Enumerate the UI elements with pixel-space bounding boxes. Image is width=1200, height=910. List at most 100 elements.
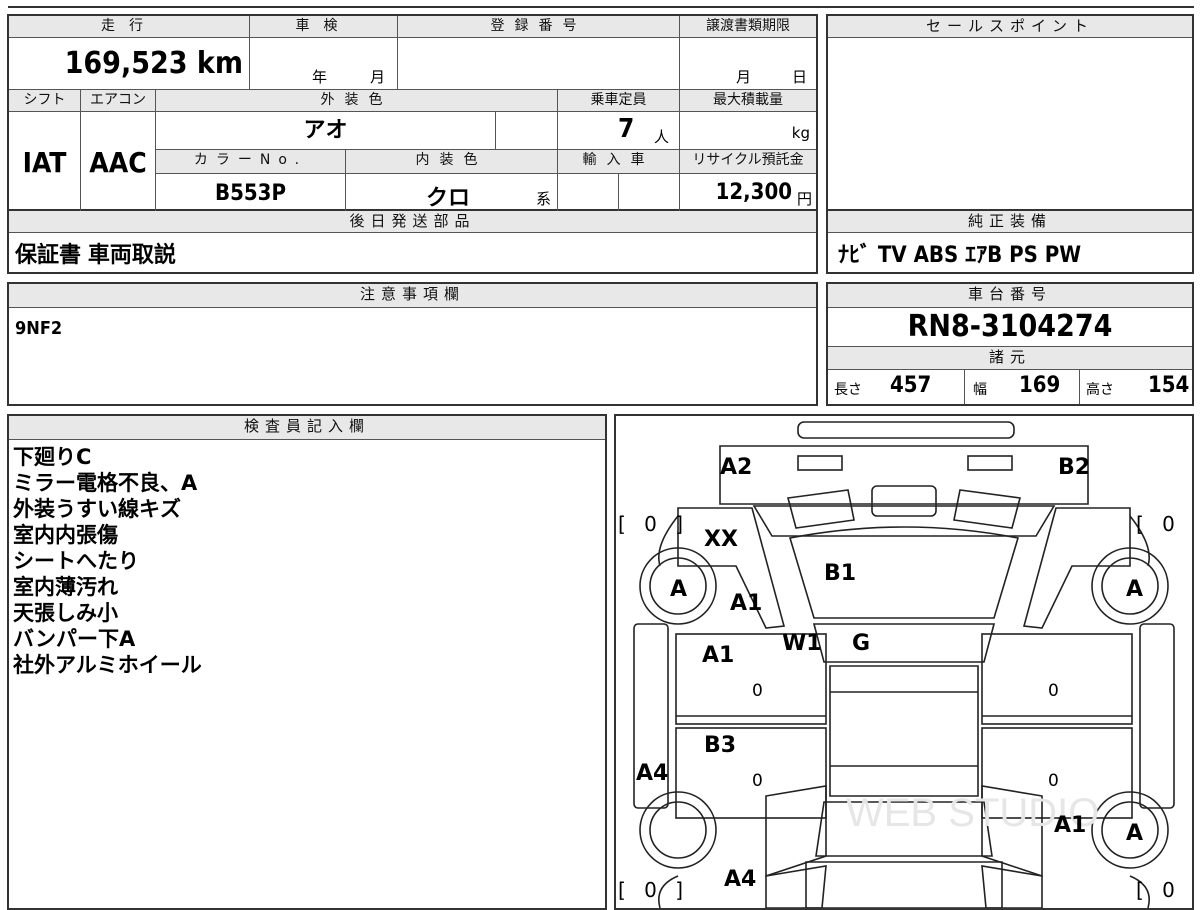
- inspector-lines: 下廻りC ミラー電格不良、A 外装うすい線キズ 室内内張傷 シートへたり 室内薄…: [13, 444, 202, 678]
- damage-label: A: [1126, 821, 1144, 846]
- zero-mark: 0: [1048, 771, 1059, 791]
- damage-label: G: [852, 631, 871, 656]
- damage-label: A1: [730, 591, 763, 616]
- inspector-label: 検査員記入欄: [9, 416, 605, 440]
- interior-color-label: 内装色: [346, 150, 558, 174]
- spec-width-value: 169: [1019, 373, 1061, 398]
- inspector-line: 外装うすい線キズ: [13, 497, 181, 521]
- damage-label: B3: [704, 733, 737, 758]
- car-diagram-box: WEB STUDIO A2 B2 XX B1 A A A1 W1 G A1 B3…: [614, 414, 1194, 910]
- damage-label: B2: [1058, 455, 1091, 480]
- zero-mark: 0: [752, 771, 763, 791]
- recycle-label: リサイクル預託金: [680, 150, 816, 174]
- sales-point-label: セールスポイント: [828, 16, 1192, 38]
- inspection-month: 月: [370, 68, 386, 86]
- spec-length: 長さ 457: [828, 370, 965, 404]
- later-parts-box: 後日発送部品 保証書 車両取説: [7, 211, 818, 274]
- import-label: 輸入車: [558, 150, 680, 174]
- tire-bracket: [ 0 ]: [1136, 878, 1192, 902]
- inspector-line: バンパー下A: [13, 627, 136, 651]
- chassis-label: 車台番号: [828, 284, 1192, 308]
- specs-label: 諸元: [828, 346, 1192, 370]
- inspector-line: 社外アルミホイール: [13, 653, 202, 677]
- spec-width-label: 幅: [973, 382, 987, 398]
- interior-color-suffix: 系: [536, 190, 552, 208]
- inspector-line: 室内内張傷: [13, 523, 118, 547]
- notes-label: 注意事項欄: [9, 284, 816, 308]
- notes-box: 注意事項欄 9NF2: [7, 282, 818, 406]
- import-value-b: [619, 174, 680, 213]
- damage-label: A1: [702, 643, 735, 668]
- damage-label: W1: [782, 631, 822, 656]
- tire-bracket: [ 0 ]: [1136, 512, 1192, 536]
- damage-label: A: [1126, 577, 1144, 602]
- exterior-color-label: 外装色: [156, 90, 558, 112]
- damage-label: A4: [724, 867, 757, 892]
- tire-bracket: [ 0 ]: [618, 878, 690, 902]
- interior-color-text: クロ: [426, 186, 471, 211]
- chassis-value: RN8-3104274: [907, 309, 1113, 344]
- notes-value: 9NF2: [15, 318, 63, 339]
- registration-value: [398, 38, 680, 90]
- color-no-value: B553P: [156, 174, 346, 213]
- equipment-label: 純正装備: [828, 211, 1192, 233]
- inspector-line: シートへたり: [13, 549, 139, 573]
- transfer-value: 月 日: [680, 38, 816, 90]
- exterior-color-value: アオ: [156, 112, 496, 150]
- inspector-line: 室内薄汚れ: [13, 575, 118, 599]
- mileage-value: 169,523 km: [9, 38, 250, 90]
- spec-width: 幅 169: [965, 370, 1080, 404]
- vehicle-info-box: 走行 車検 登録番号 譲渡書類期限 169,523 km 年 月 月 日 シフト…: [7, 14, 818, 213]
- capacity-unit: 人: [654, 128, 670, 146]
- zero-mark: 0: [1048, 681, 1059, 701]
- import-value-a: [558, 174, 619, 213]
- equipment-box: 純正装備 ﾅﾋﾞ TV ABS ｴｱB PS PW: [826, 211, 1194, 274]
- later-parts-label: 後日発送部品: [9, 211, 816, 233]
- max-load-label: 最大積載量: [680, 90, 816, 112]
- inspection-value: 年 月: [250, 38, 398, 90]
- exterior-color-extra: [496, 112, 558, 150]
- transfer-month: 月: [736, 68, 752, 86]
- inspection-label: 車検: [250, 16, 398, 38]
- equipment-value: ﾅﾋﾞ TV ABS ｴｱB PS PW: [838, 243, 1082, 268]
- aircon-label: エアコン: [81, 90, 156, 112]
- chassis-box: 車台番号 RN8-3104274 諸元 長さ 457 幅 169 高さ 154: [826, 282, 1194, 406]
- inspector-line: 天張しみ小: [13, 601, 118, 625]
- mileage-label: 走行: [9, 16, 250, 38]
- shift-label: シフト: [9, 90, 81, 112]
- damage-label: A2: [720, 455, 753, 480]
- sales-point-box: セールスポイント: [826, 14, 1194, 211]
- inspector-box: 検査員記入欄 下廻りC ミラー電格不良、A 外装うすい線キズ 室内内張傷 シート…: [7, 414, 607, 910]
- max-load-unit: kg: [791, 124, 810, 142]
- damage-label: XX: [704, 527, 738, 552]
- spec-height-value: 154: [1148, 373, 1190, 398]
- capacity-number: 7: [618, 114, 635, 144]
- transfer-day: 日: [792, 68, 808, 86]
- tire-bracket: [ 0 ]: [618, 512, 690, 536]
- shift-value: IAT: [9, 112, 81, 213]
- inspector-line: 下廻りC: [13, 445, 92, 469]
- damage-label: B1: [824, 561, 857, 586]
- damage-label: A: [670, 577, 688, 602]
- inspector-line: ミラー電格不良、A: [13, 471, 198, 495]
- transfer-label: 譲渡書類期限: [680, 16, 816, 38]
- inspection-year: 年: [312, 68, 328, 86]
- recycle-value: 12,300 円: [680, 174, 816, 213]
- max-load-value: kg: [680, 112, 816, 150]
- capacity-value: 7 人: [558, 112, 680, 150]
- spec-length-label: 長さ: [834, 382, 862, 398]
- top-strip: [8, 0, 1194, 8]
- later-parts-value: 保証書 車両取説: [15, 243, 176, 268]
- zero-mark: 0: [752, 681, 763, 701]
- aircon-value: AAC: [81, 112, 156, 213]
- spec-height-label: 高さ: [1086, 382, 1114, 398]
- color-no-label: カラーNo.: [156, 150, 346, 174]
- registration-label: 登録番号: [398, 16, 680, 38]
- damage-label: A4: [636, 761, 669, 786]
- recycle-amount: 12,300: [715, 180, 792, 205]
- damage-label: A1: [1054, 813, 1087, 838]
- capacity-label: 乗車定員: [558, 90, 680, 112]
- spec-length-value: 457: [890, 373, 932, 398]
- interior-color-value: クロ 系: [346, 174, 558, 213]
- spec-height: 高さ 154: [1080, 370, 1192, 404]
